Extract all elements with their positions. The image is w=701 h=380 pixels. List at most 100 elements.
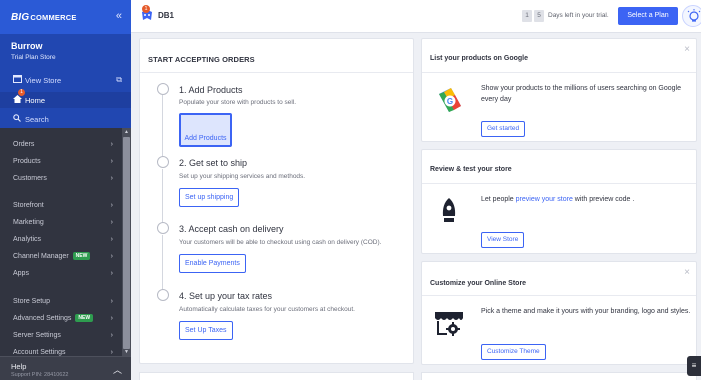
step-status-circle	[157, 156, 169, 168]
set-up-taxes-button[interactable]: Set Up Taxes	[179, 321, 233, 340]
store-block: Burrow Trial Plan Store View Store ⧉ 1 H…	[0, 34, 131, 128]
logo-bar: BIGCOMMERCE «	[0, 0, 131, 34]
enable-payments-button[interactable]: Enable Payments	[179, 254, 246, 273]
chevron-right-icon: ›	[110, 348, 113, 356]
sidebar-item-orders[interactable]: Orders ›	[0, 137, 122, 151]
preview-store-link[interactable]: preview your store	[516, 196, 573, 203]
trial-days-digit: 5	[534, 10, 544, 22]
review-card-title: Review & test your store	[430, 166, 512, 173]
new-badge: NEW	[75, 314, 94, 322]
view-store-button[interactable]: View Store	[481, 232, 525, 248]
customize-card-body: Pick a theme and make it yours with your…	[481, 308, 691, 315]
customize-card: × Customize your Online Store Pick a the…	[421, 261, 697, 365]
bigcommerce-logo[interactable]: BIGCOMMERCE	[11, 12, 77, 23]
new-badge: NEW	[72, 252, 91, 260]
sidebar-item-apps[interactable]: Apps ›	[0, 266, 122, 280]
step-description: Set up your shipping services and method…	[179, 173, 306, 180]
sidebar-item-marketing[interactable]: Marketing ›	[0, 215, 122, 229]
store-plan: Trial Plan Store	[11, 54, 56, 61]
help-bar[interactable]: Help Support PIN: 28410622 ︿	[0, 356, 131, 380]
step-description: Your customers will be able to checkout …	[179, 239, 382, 246]
google-card-title: List your products on Google	[430, 55, 528, 62]
sidebar-item-storefront[interactable]: Storefront ›	[0, 198, 122, 212]
divider	[422, 72, 696, 73]
sidebar-item-customers[interactable]: Customers ›	[0, 171, 122, 185]
chevron-right-icon: ›	[110, 331, 113, 339]
step-title: 1. Add Products	[179, 85, 243, 95]
chevron-right-icon: ›	[110, 235, 113, 243]
select-plan-button[interactable]: Select a Plan	[618, 7, 678, 25]
sidebar-item-store-setup[interactable]: Store Setup ›	[0, 294, 122, 308]
step-description: Populate your store with products to sel…	[179, 99, 297, 106]
store-name: Burrow	[11, 41, 43, 51]
storefront-theme-icon	[433, 306, 465, 340]
set-up-shipping-button[interactable]: Set up shipping	[179, 188, 240, 207]
scroll-down-icon[interactable]: ▼	[123, 349, 130, 355]
chevron-right-icon: ›	[110, 157, 113, 165]
trial-text: Days left in your trial.	[548, 12, 609, 19]
chevron-right-icon: ›	[110, 218, 113, 226]
divider	[422, 183, 696, 184]
next-card	[139, 372, 414, 380]
google-shopping-icon: G	[433, 84, 465, 118]
sidebar-item-advanced-settings[interactable]: Advanced Settings NEW ›	[0, 311, 122, 325]
sidebar-item-server-settings[interactable]: Server Settings ›	[0, 328, 122, 342]
chevron-right-icon: ›	[110, 252, 113, 260]
scrollbar-thumb[interactable]	[123, 137, 130, 349]
customize-card-title: Customize your Online Store	[430, 280, 527, 287]
step-connector	[162, 95, 163, 157]
sidebar-item-channel-manager[interactable]: Channel Manager NEW ›	[0, 249, 122, 263]
sidebar-item-search[interactable]: Search	[0, 111, 131, 127]
rocket-icon	[441, 198, 457, 230]
step-connector	[162, 169, 163, 223]
store-icon	[13, 75, 25, 85]
step-status-circle	[157, 289, 169, 301]
chevron-right-icon: ›	[110, 201, 113, 209]
divider	[140, 72, 413, 73]
trial-days-digit: 1	[522, 10, 532, 22]
home-icon	[13, 95, 25, 105]
customize-theme-button[interactable]: Customize Theme	[481, 344, 546, 360]
step-status-circle	[157, 83, 169, 95]
onboarding-card: START ACCEPTING ORDERS 1. Add Products P…	[139, 38, 414, 364]
breadcrumb: DB1	[158, 11, 175, 20]
chevron-right-icon: ›	[110, 269, 113, 277]
topbar: 1 DB1 1 5 Days left in your trial. Selec…	[131, 0, 701, 33]
step-title: 3. Accept cash on delivery	[179, 224, 284, 234]
close-icon[interactable]: ×	[684, 267, 690, 278]
chevron-right-icon: ›	[110, 174, 113, 182]
support-pin: Support PIN: 28410622	[11, 372, 69, 378]
review-card: Review & test your store Let people prev…	[421, 149, 697, 254]
close-icon[interactable]: ×	[684, 44, 690, 55]
collapse-sidebar-icon[interactable]: «	[116, 10, 122, 22]
add-products-button[interactable]: Add Products	[179, 113, 232, 147]
chevron-right-icon: ›	[110, 314, 113, 322]
sidebar-item-products[interactable]: Products ›	[0, 154, 122, 168]
google-card-body: Show your products to the millions of us…	[481, 85, 681, 103]
scroll-up-icon[interactable]: ▲	[123, 129, 130, 135]
sidebar-scrollbar[interactable]: ▲ ▼	[122, 128, 131, 356]
help-label: Help	[11, 362, 27, 371]
next-card	[421, 372, 697, 380]
svg-text:G: G	[447, 97, 453, 106]
lightbulb-icon[interactable]	[682, 5, 701, 27]
step-status-circle	[157, 222, 169, 234]
review-card-body: Let people preview your store with previ…	[481, 196, 635, 203]
search-icon	[13, 114, 25, 124]
get-started-button[interactable]: Get started	[481, 121, 526, 137]
sidebar-item-home[interactable]: 1 Home	[0, 89, 131, 108]
menu-lines-icon[interactable]: ≡	[687, 356, 701, 376]
step-description: Automatically calculate taxes for your c…	[179, 306, 355, 313]
step-connector	[162, 235, 163, 290]
home-notification-badge: 1	[18, 89, 25, 96]
sidebar: BIGCOMMERCE « Burrow Trial Plan Store Vi…	[0, 0, 131, 380]
google-card: × List your products on Google G Show yo…	[421, 38, 697, 142]
sidebar-item-view-store[interactable]: View Store ⧉	[0, 72, 131, 88]
notification-count-badge: 1	[142, 5, 150, 13]
step-title: 4. Set up your tax rates	[179, 291, 273, 301]
external-link-icon: ⧉	[116, 75, 122, 84]
sidebar-item-analytics[interactable]: Analytics ›	[0, 232, 122, 246]
divider	[422, 295, 696, 296]
chevron-right-icon: ›	[110, 140, 113, 148]
chevron-up-icon: ︿	[112, 365, 122, 375]
